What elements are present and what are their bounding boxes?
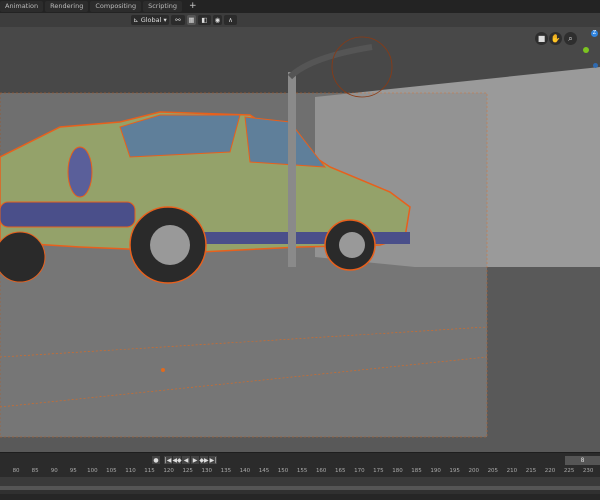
orientation-label: Global (140, 16, 162, 24)
prev-keyframe-button[interactable]: ◀◆ (172, 456, 182, 464)
next-keyframe-button[interactable]: ◆▶ (199, 456, 209, 464)
snap-target-icon: ◧ (201, 16, 208, 24)
timeline-tick: 190 (430, 468, 441, 474)
timeline-tick: 115 (144, 468, 155, 474)
tab-animation[interactable]: Animation (0, 1, 44, 12)
timeline-tick: 100 (87, 468, 98, 474)
timeline-ruler[interactable]: 75 80 85 90 95 100 105 110 115 120 125 130 135 140 145… (0, 466, 600, 477)
transform-orientation-icon: ⊾ (133, 16, 139, 24)
timeline-header: ● |◀ ◀◆ ◀ ▶ ◆▶ ▶| 8 (0, 452, 600, 466)
timeline-tick: 105 (106, 468, 117, 474)
pivot-link-icon: ⚯ (175, 16, 181, 24)
scene-render (0, 27, 600, 452)
timeline-tick: 75 (0, 468, 1, 474)
timeline-track[interactable] (0, 477, 600, 490)
falloff-dropdown[interactable]: ∧ (224, 15, 237, 25)
timeline-tick: 175 (373, 468, 384, 474)
jump-end-button[interactable]: ▶| (209, 456, 217, 464)
timeline-tick: 90 (50, 468, 58, 474)
timeline-tick: 85 (31, 468, 39, 474)
timeline-tick: 165 (335, 468, 346, 474)
snap-target-dropdown[interactable]: ◧ (198, 15, 211, 25)
timeline-tick: 205 (487, 468, 499, 474)
jump-start-button[interactable]: |◀ (164, 456, 172, 464)
camera-view-button[interactable]: ■ (535, 32, 548, 45)
gizmo-y-axis[interactable] (583, 47, 589, 53)
zoom-icon: ⌕ (568, 33, 573, 43)
proportional-edit-toggle[interactable]: ◉ (213, 15, 222, 25)
timeline-tick: 130 (201, 468, 213, 474)
timeline-tick: 225 (563, 468, 575, 474)
timeline-tick: 150 (277, 468, 289, 474)
timeline-tick: 195 (449, 468, 460, 474)
timeline-tick: 170 (354, 468, 365, 474)
add-workspace-button[interactable]: + (184, 1, 202, 12)
gizmo-neg-z-axis[interactable] (593, 63, 598, 68)
gizmo-z-label: Z (592, 30, 597, 36)
timeline-tick: 215 (525, 468, 537, 474)
3d-viewport[interactable]: ■ ✋ ⌕ Z (0, 27, 600, 452)
timeline-tick: 145 (258, 468, 270, 474)
timeline-tick: 200 (468, 468, 480, 474)
tab-rendering[interactable]: Rendering (45, 1, 89, 12)
play-button[interactable]: ▶ (191, 456, 199, 464)
timeline-tick: 160 (315, 468, 327, 474)
timeline-tick: 180 (392, 468, 403, 474)
pivot-point-dropdown[interactable]: ⚯ (171, 15, 185, 25)
current-frame-field[interactable]: 8 (565, 456, 600, 465)
timeline-tick: 125 (182, 468, 193, 474)
hand-pan-icon: ✋ (550, 34, 561, 43)
snap-icon: ▦ (188, 16, 195, 24)
timeline-tick: 185 (411, 468, 422, 474)
auto-keying-button[interactable]: ● (152, 456, 160, 464)
workspace-tabs: Animation Rendering Compositing Scriptin… (0, 0, 600, 13)
timeline-tick: 210 (506, 468, 518, 474)
tab-scripting[interactable]: Scripting (143, 1, 182, 12)
timeline-tick: 80 (12, 468, 20, 474)
timeline-tick: 120 (163, 468, 174, 474)
pan-view-button[interactable]: ✋ (549, 32, 562, 45)
play-reverse-button[interactable]: ◀ (182, 456, 190, 464)
proportional-edit-icon: ◉ (214, 16, 221, 24)
timeline-tick: 95 (69, 468, 77, 474)
gizmo-z-axis[interactable]: Z (591, 30, 598, 37)
viewport-header: ⊾ Global ▾ ⚯ ▦ ◧ ◉ ∧ (0, 13, 600, 27)
falloff-curve-icon: ∧ (228, 16, 233, 24)
timeline-tick: 155 (296, 468, 308, 474)
timeline-tick: 140 (239, 468, 251, 474)
camera-icon: ■ (537, 34, 546, 43)
status-bar (0, 494, 600, 500)
timeline-tick: 230 (582, 468, 594, 474)
tab-compositing[interactable]: Compositing (90, 1, 142, 12)
snap-toggle[interactable]: ▦ (187, 15, 196, 25)
timeline-tick: 220 (544, 468, 556, 474)
transform-orientation-dropdown[interactable]: ⊾ Global ▾ (131, 15, 169, 25)
timeline-tick: 135 (220, 468, 232, 474)
timeline-tick: 110 (125, 468, 136, 474)
zoom-view-button[interactable]: ⌕ (564, 32, 577, 45)
